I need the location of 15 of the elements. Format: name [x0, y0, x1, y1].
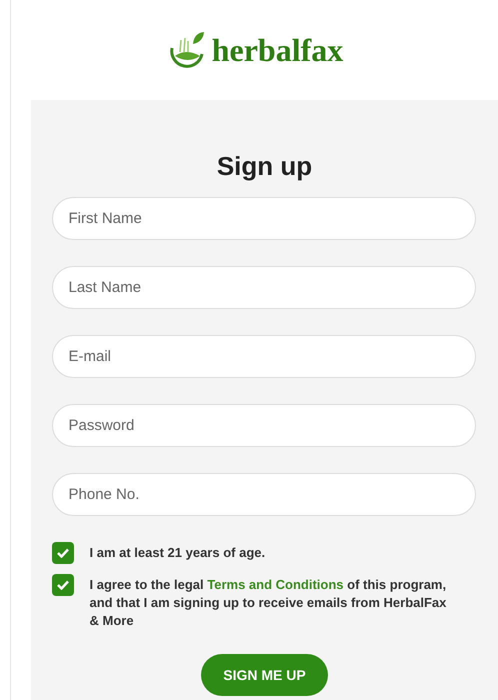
input-field[interactable]: First Name: [52, 197, 476, 240]
checkbox[interactable]: [52, 574, 74, 596]
agreement-text: I agree to the legal Terms and Conditions of this program, and that I am signing up to receive emails from HerbalFax & More: [90, 576, 448, 630]
sign-up-button[interactable]: SIGN ME UP: [201, 654, 328, 696]
checkbox[interactable]: [52, 542, 74, 564]
agreement-text: I am at least 21 years of age.: [90, 544, 266, 562]
check-icon: [56, 580, 68, 590]
input-field[interactable]: Last Name: [52, 266, 476, 309]
page-title: Sign up: [216, 150, 312, 183]
check-icon: [56, 548, 68, 558]
input-field[interactable]: Password: [52, 404, 476, 447]
input-field[interactable]: E-mail: [52, 335, 476, 378]
input-field[interactable]: Phone No.: [52, 473, 476, 516]
terms-link[interactable]: Terms and Conditions: [207, 577, 344, 592]
brand-logo-text: herbalfax: [212, 34, 344, 66]
